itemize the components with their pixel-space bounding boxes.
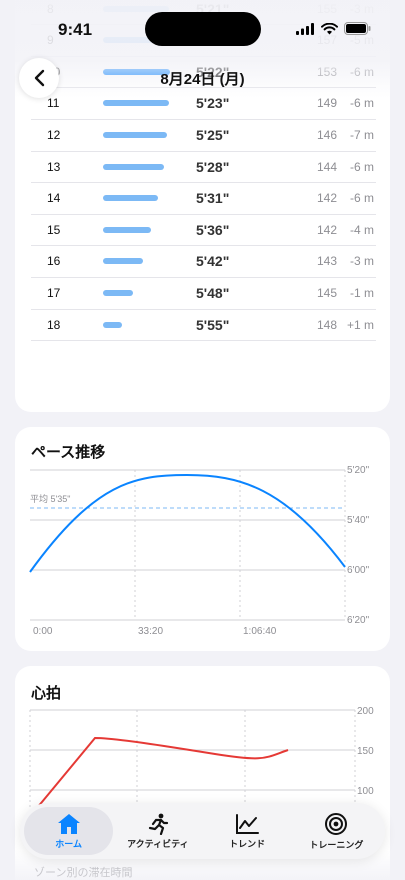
split-number: 13 [47, 159, 61, 174]
split-pace: 5'25" [196, 127, 230, 143]
tab-home[interactable]: ホーム [24, 807, 114, 855]
split-pace: 5'31" [196, 190, 230, 207]
split-row[interactable]: 17 5'48" 145 -1 m [31, 278, 376, 310]
split-pace: 5'42" [196, 253, 230, 270]
split-heart-rate: 148 [317, 317, 338, 332]
pace-x-tick: 0:00 [33, 626, 53, 637]
pace-y-tick: 6'00" [347, 565, 370, 576]
split-pace-bar [103, 321, 122, 328]
split-heart-rate: 149 [317, 96, 338, 111]
split-elevation: -6 m [350, 191, 374, 206]
split-pace-bar [103, 163, 164, 170]
split-pace-bar [103, 195, 158, 202]
split-elevation: +1 m [346, 317, 374, 332]
runner-icon [148, 813, 168, 835]
split-elevation: -4 m [350, 222, 374, 237]
split-elevation: -6 m [350, 96, 374, 111]
split-elevation: -7 m [350, 128, 374, 142]
split-number: 11 [47, 96, 60, 111]
split-heart-rate: 145 [317, 286, 338, 300]
tab-label: ホーム [55, 838, 82, 849]
split-number: 16 [47, 254, 61, 269]
split-row[interactable]: 12 5'25" 146 -7 m [31, 120, 376, 152]
split-heart-rate: 143 [317, 254, 338, 269]
pace-chart: 平均 5'35" 5'20" 5'40" 6'00" 6'20" 0:00 33… [29, 465, 370, 637]
split-heart-rate: 142 [317, 222, 338, 237]
home-icon [57, 813, 80, 834]
pace-y-tick: 6'20" [347, 615, 370, 626]
split-row[interactable]: 16 5'42" 143 -3 m [31, 246, 376, 278]
wifi-icon [321, 22, 338, 34]
pace-average-label: 平均 5'35" [30, 493, 70, 504]
split-pace-bar [103, 100, 169, 107]
tab-label: トレーニング [309, 839, 364, 850]
battery-icon [344, 22, 371, 35]
tab-training[interactable]: トレーニング [292, 807, 381, 855]
split-elevation: -3 m [350, 254, 374, 269]
split-row[interactable]: 13 5'28" 144 -6 m [31, 152, 376, 184]
split-number: 12 [47, 128, 61, 142]
pace-x-tick: 1:06:40 [243, 626, 277, 637]
split-pace: 5'28" [196, 158, 230, 175]
page-title: 8月24日 (月) [160, 71, 245, 88]
split-pace: 5'48" [196, 285, 230, 301]
split-pace-bar [103, 290, 133, 296]
status-bar: 9:41 [0, 0, 405, 60]
split-pace: 5'36" [196, 221, 230, 238]
split-heart-rate: 146 [317, 128, 338, 142]
pace-y-tick: 5'20" [347, 465, 370, 476]
tab-activity[interactable]: アクティビティ [113, 807, 202, 855]
hr-y-tick: 150 [357, 746, 374, 757]
pace-trend-card: ペース推移 平均 5'35" 5'20" 5'40" 6'00" 6'20" 0… [15, 427, 390, 651]
pace-grid [30, 469, 346, 621]
split-elevation: -6 m [350, 159, 374, 174]
split-heart-rate: 144 [317, 159, 338, 174]
dynamic-island [145, 12, 261, 46]
split-pace-bar [103, 258, 143, 265]
split-row[interactable]: 15 5'36" 142 -4 m [31, 215, 376, 247]
split-number: 17 [47, 286, 61, 300]
pace-line [29, 473, 346, 573]
tab-bar: ホーム アクティビティ トレンド トレーニング [20, 803, 385, 859]
status-time: 9:41 [58, 20, 93, 39]
nav-bar: 8月24日 (月) [0, 56, 405, 98]
target-icon [325, 812, 348, 835]
split-pace-bar [103, 132, 167, 138]
tab-label: アクティビティ [127, 838, 189, 849]
split-heart-rate: 142 [317, 191, 338, 206]
split-number: 15 [47, 222, 61, 237]
tab-label: トレンド [229, 838, 266, 849]
zone-time-label: ゾーン別の滞在時間 [34, 867, 133, 879]
status-icons [296, 22, 371, 35]
split-row[interactable]: 14 5'31" 142 -6 m [31, 183, 376, 215]
split-pace: 5'55" [196, 316, 230, 333]
trend-chart-icon [236, 813, 260, 834]
hr-line [36, 736, 289, 809]
hr-y-tick: 200 [357, 706, 374, 717]
pace-y-tick: 5'40" [347, 515, 370, 526]
signal-icon [296, 22, 314, 35]
split-number: 14 [47, 191, 61, 206]
split-pace-bar [103, 226, 151, 233]
pace-x-tick: 33:20 [138, 626, 163, 637]
split-row[interactable]: 18 5'55" 148 +1 m [31, 310, 376, 342]
split-number: 18 [47, 317, 61, 332]
split-elevation: -1 m [350, 286, 374, 300]
tab-trends[interactable]: トレンド [203, 807, 292, 855]
hr-y-tick: 100 [357, 786, 374, 797]
